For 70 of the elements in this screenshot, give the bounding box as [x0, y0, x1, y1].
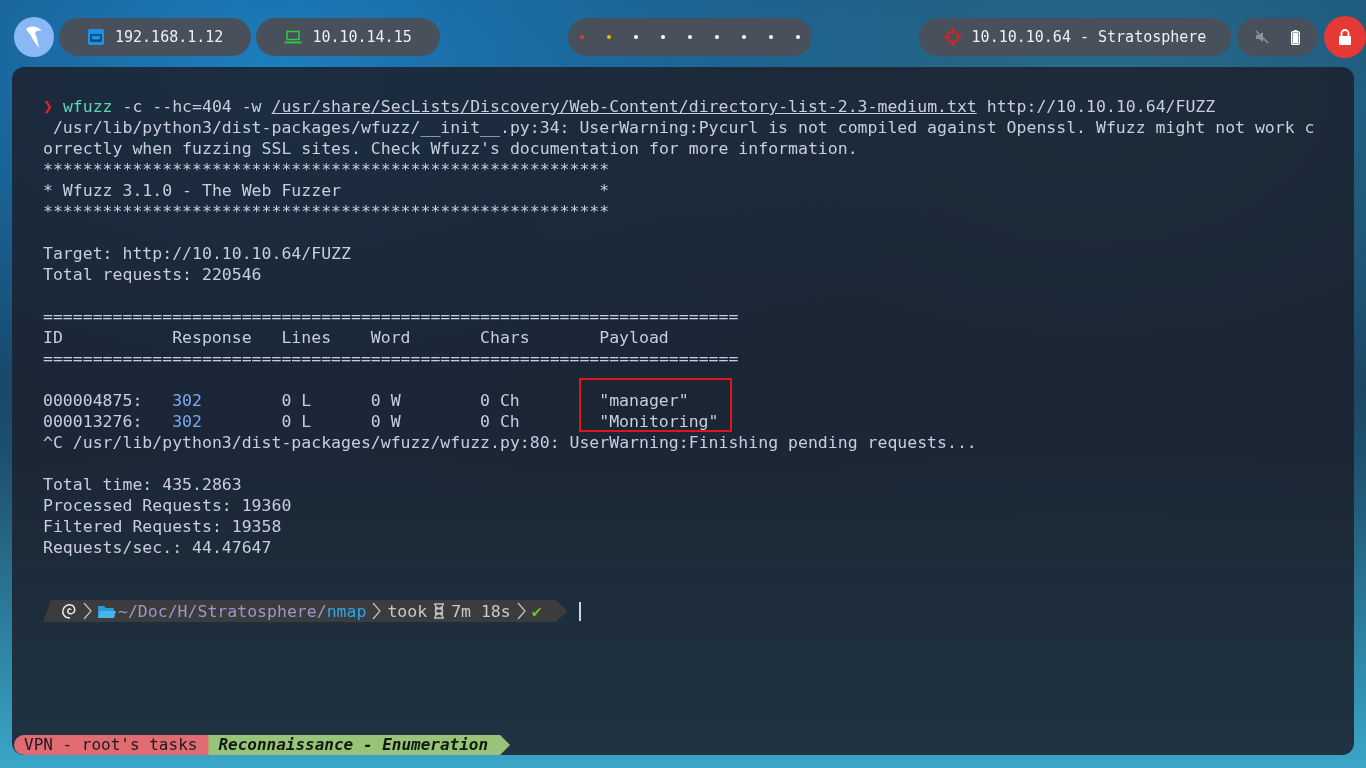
- workspace-dot[interactable]: [607, 35, 611, 39]
- table-cell: 0 W: [370, 411, 401, 432]
- command-duration: 7m 18s: [451, 600, 511, 622]
- chevron-icon: [372, 602, 382, 620]
- lock-button[interactable]: [1324, 16, 1366, 58]
- column-header: Chars: [480, 327, 530, 348]
- column-header: Lines: [281, 327, 332, 348]
- workspace-dot[interactable]: [661, 35, 665, 39]
- took-label: took: [387, 600, 428, 622]
- column-header: Word: [370, 327, 411, 348]
- output-line: *********************************************************: [43, 201, 611, 222]
- output-line: /usr/lib/python3/dist-packages/wfuzz/__init__.py:34: UserWarning:Pycurl is not compiled against Openssl. Wfuzz might not work c: [51, 117, 1316, 138]
- workspace-dot[interactable]: [769, 35, 773, 39]
- laptop-icon: [284, 30, 303, 44]
- table-cell: 0 W: [370, 390, 401, 411]
- crosshair-icon: [943, 28, 962, 46]
- output-line: ======================================================================: [43, 306, 740, 327]
- target-indicator[interactable]: 10.10.10.64 - Stratosphere: [919, 18, 1231, 56]
- table-cell: "manager": [599, 390, 689, 411]
- table-cell: 302: [172, 411, 202, 432]
- table-cell: 000013276:: [43, 411, 143, 432]
- network-indicator[interactable]: 10.10.14.15: [256, 18, 440, 56]
- network-indicator[interactable]: 192.168.1.12: [59, 18, 252, 56]
- status-check: ✔: [531, 600, 542, 622]
- table-cell: 0 L: [281, 411, 312, 432]
- output-line: orrectly when fuzzing SSL sites. Check Wfuzz's documentation for more information.: [43, 138, 859, 159]
- text-cursor: [578, 601, 581, 621]
- workspace-dot[interactable]: [580, 35, 584, 39]
- table-cell: 000004875:: [43, 390, 143, 411]
- workspace-dot[interactable]: [688, 35, 692, 39]
- target-label: 10.10.10.64 - Stratosphere: [971, 28, 1207, 46]
- column-header: Response: [172, 327, 252, 348]
- hourglass-icon: [433, 603, 446, 619]
- output-line: Filtered Requests: 19358: [43, 516, 283, 537]
- launcher-button[interactable]: [14, 17, 54, 57]
- command-line: ❯ wfuzz -c --hc=404 -w /usr/share/SecLists/Discovery/Web-Content/directory-list-2.3-medium.txt http://10.10.10.64/FUZZ: [43, 96, 1217, 117]
- battery-icon[interactable]: [1291, 29, 1300, 45]
- table-cell: "Monitoring": [599, 411, 719, 432]
- table-cell: 0 Ch: [480, 390, 520, 411]
- output-line: ======================================================================: [43, 348, 740, 369]
- workspace-dot[interactable]: [742, 35, 746, 39]
- chevron-icon: [83, 602, 92, 620]
- folder-icon: [98, 603, 116, 619]
- swirl-icon: [61, 602, 77, 620]
- chevron-icon: [516, 602, 526, 620]
- output-line: *********************************************************: [43, 159, 611, 180]
- column-header: ID: [43, 327, 63, 348]
- output-line: Processed Requests: 19360: [43, 495, 293, 516]
- column-header: Payload: [599, 327, 669, 348]
- table-cell: 0 L: [281, 390, 312, 411]
- ip-address: 192.168.1.12: [115, 28, 224, 46]
- output-line: Total requests: 220546: [43, 264, 263, 285]
- current-directory: nmap: [326, 601, 367, 621]
- tmux-window-tab[interactable]: Reconnaissance - Enumeration: [208, 735, 511, 755]
- ethernet-icon: [87, 28, 105, 46]
- output-line: Requests/sec.: 44.47647: [43, 537, 273, 558]
- table-cell: 0 Ch: [480, 411, 520, 432]
- workspace-dot[interactable]: [796, 35, 800, 39]
- output-line: Target: http://10.10.10.64/FUZZ: [43, 243, 352, 264]
- table-cell: 302: [172, 390, 202, 411]
- muted-speaker-icon[interactable]: [1255, 30, 1269, 44]
- output-line: * Wfuzz 3.1.0 - The Web Fuzzer *: [43, 180, 611, 201]
- workspace-dot[interactable]: [634, 35, 638, 39]
- directory-path: ~/Doc/H/Stratosphere/: [118, 601, 327, 621]
- output-line: ^C /usr/lib/python3/dist-packages/wfuzz/wfuzz.py:80: UserWarning:Finishing pending requests...: [43, 432, 978, 453]
- ip-address: 10.10.14.15: [312, 28, 412, 46]
- lock-icon: [1338, 29, 1352, 45]
- workspace-dot[interactable]: [715, 35, 719, 39]
- output-line: Total time: 435.2863: [43, 474, 243, 495]
- tmux-session: VPN - root's tasks: [14, 735, 210, 755]
